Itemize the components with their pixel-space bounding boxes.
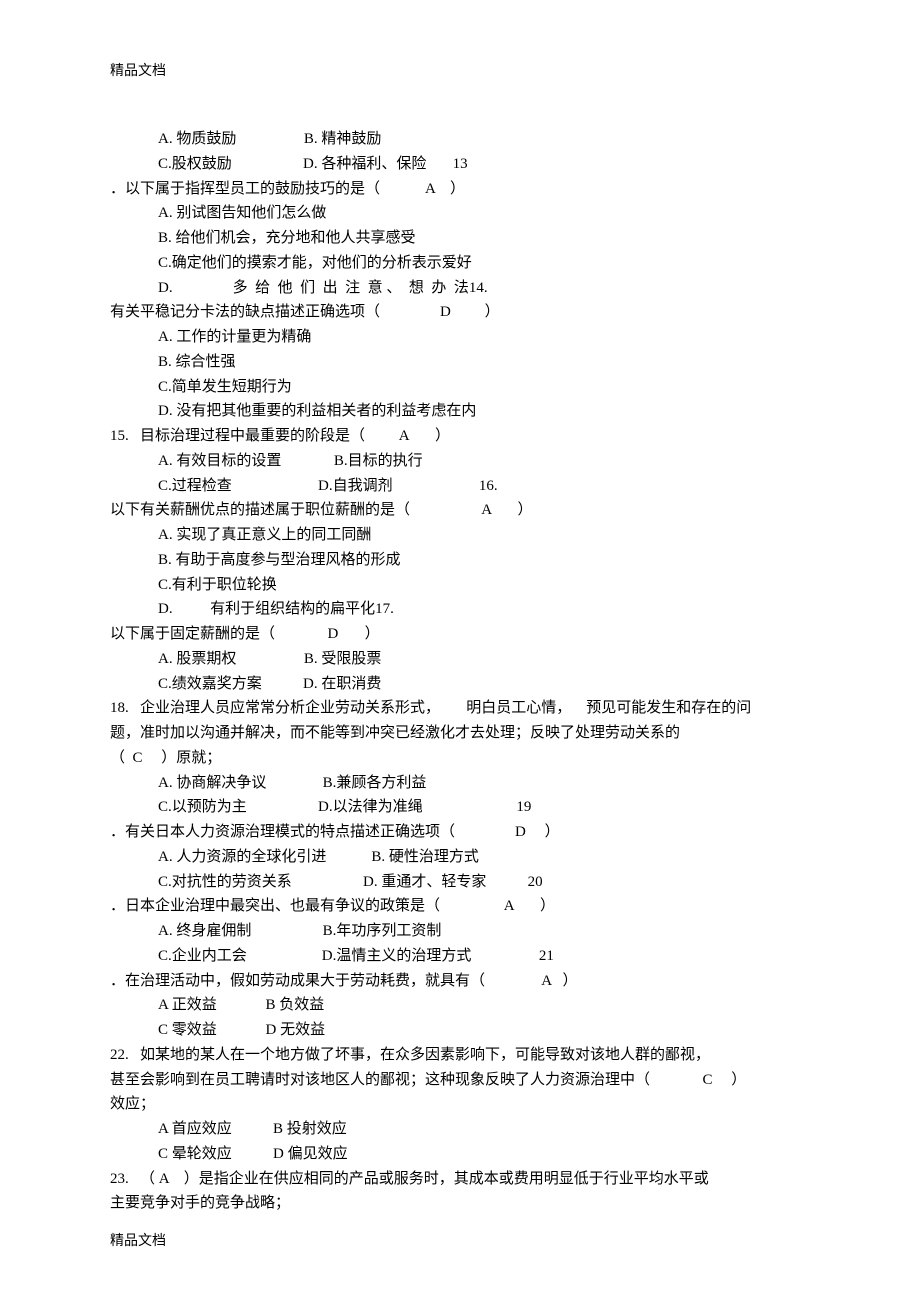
text-line: 效应； bbox=[110, 1092, 810, 1117]
text-line: ．在治理活动中，假如劳动成果大于劳动耗费，就具有（ A ） bbox=[110, 969, 810, 994]
text-line: B. 给他们机会，充分地和他人共享感受 bbox=[110, 226, 810, 251]
text-line: D. 有利于组织结构的扁平化17. bbox=[110, 597, 810, 622]
text-line: C 晕轮效应 D 偏见效应 bbox=[110, 1142, 810, 1167]
text-line: C.股权鼓励 D. 各种福利、保险 13 bbox=[110, 152, 810, 177]
text-line: 18. 企业治理人员应常常分析企业劳动关系形式， 明白员工心情， 预见可能发生和… bbox=[110, 696, 810, 721]
text-line: 有关平稳记分卡法的缺点描述正确选项（ D ） bbox=[110, 300, 810, 325]
text-line: A. 工作的计量更为精确 bbox=[110, 325, 810, 350]
text-line: A 首应效应 B 投射效应 bbox=[110, 1117, 810, 1142]
text-line: A. 物质鼓励 B. 精神鼓励 bbox=[110, 127, 810, 152]
text-line: ．有关日本人力资源治理模式的特点描述正确选项（ D ） bbox=[110, 820, 810, 845]
text-line: A 正效益 B 负效益 bbox=[110, 993, 810, 1018]
text-line: 以下有关薪酬优点的描述属于职位薪酬的是（ A ） bbox=[110, 498, 810, 523]
text-line: B. 综合性强 bbox=[110, 350, 810, 375]
text-line: A. 人力资源的全球化引进 B. 硬性治理方式 bbox=[110, 845, 810, 870]
text-line: 主要竞争对手的竞争战略； bbox=[110, 1191, 810, 1216]
text-line: A. 别试图告知他们怎么做 bbox=[110, 201, 810, 226]
text-line: 甚至会影响到在员工聘请时对该地区人的鄙视；这种现象反映了人力资源治理中（ C ） bbox=[110, 1068, 810, 1093]
text-line: C.以预防为主 D.以法律为准绳 19 bbox=[110, 795, 810, 820]
text-line: A. 实现了真正意义上的同工同酬 bbox=[110, 523, 810, 548]
text-line: A. 终身雇佣制 B.年功序列工资制 bbox=[110, 919, 810, 944]
text-line: C.过程检查 D.自我调剂 16. bbox=[110, 474, 810, 499]
text-line: 题，准时加以沟通并解决，而不能等到冲突已经激化才去处理；反映了处理劳动关系的 bbox=[110, 721, 810, 746]
text-line: 22. 如某地的某人在一个地方做了坏事，在众多因素影响下，可能导致对该地人群的鄙… bbox=[110, 1043, 810, 1068]
text-line: C.确定他们的摸索才能，对他们的分析表示爱好 bbox=[110, 251, 810, 276]
text-line: A. 有效目标的设置 B.目标的执行 bbox=[110, 449, 810, 474]
text-line: C.有利于职位轮换 bbox=[110, 573, 810, 598]
text-line: A. 股票期权 B. 受限股票 bbox=[110, 647, 810, 672]
text-line: D. 多 给 他 们 出 注 意 、 想 办 法14. bbox=[110, 276, 810, 301]
text-line: C.企业内工会 D.温情主义的治理方式 21 bbox=[110, 944, 810, 969]
text-line: 以下属于固定薪酬的是（ D ） bbox=[110, 622, 810, 647]
text-line: ．日本企业治理中最突出、也最有争议的政策是（ A ） bbox=[110, 894, 810, 919]
text-line: A. 协商解决争议 B.兼顾各方利益 bbox=[110, 771, 810, 796]
text-line: C 零效益 D 无效益 bbox=[110, 1018, 810, 1043]
text-line: C.简单发生短期行为 bbox=[110, 375, 810, 400]
page: 精品文档 A. 物质鼓励 B. 精神鼓励C.股权鼓励 D. 各种福利、保险 13… bbox=[0, 0, 920, 1303]
document-body: A. 物质鼓励 B. 精神鼓励C.股权鼓励 D. 各种福利、保险 13．以下属于… bbox=[110, 127, 810, 1216]
text-line: D. 没有把其他重要的利益相关者的利益考虑在内 bbox=[110, 399, 810, 424]
header-text: 精品文档 bbox=[110, 60, 810, 83]
text-line: ．以下属于指挥型员工的鼓励技巧的是（ A ） bbox=[110, 177, 810, 202]
text-line: B. 有助于高度参与型治理风格的形成 bbox=[110, 548, 810, 573]
text-line: 15. 目标治理过程中最重要的阶段是（ A ） bbox=[110, 424, 810, 449]
text-line: C.绩效嘉奖方案 D. 在职消费 bbox=[110, 672, 810, 697]
text-line: （ C ）原就； bbox=[110, 746, 810, 771]
footer-text: 精品文档 bbox=[110, 1230, 166, 1253]
text-line: 23. （ A ）是指企业在供应相同的产品或服务时，其成本或费用明显低于行业平均… bbox=[110, 1167, 810, 1192]
text-line: C.对抗性的劳资关系 D. 重通才、轻专家 20 bbox=[110, 870, 810, 895]
